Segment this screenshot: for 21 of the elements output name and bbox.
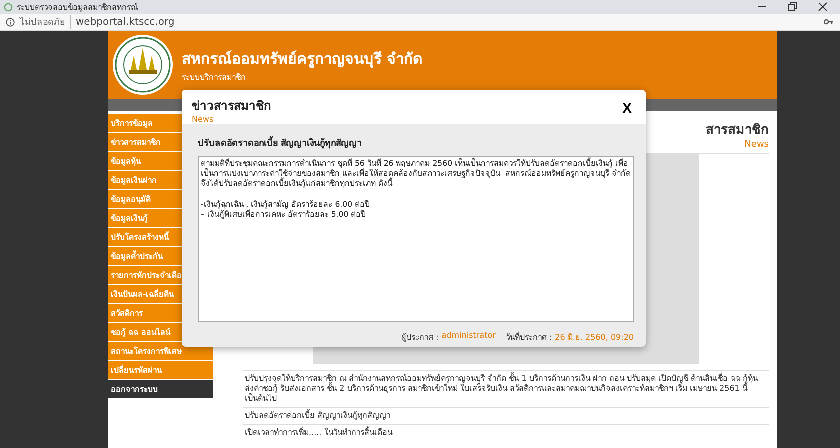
security-label: ไม่ปลอดภัย xyxy=(20,15,71,29)
news-link[interactable]: ปรับลดอัตราดอกเบี้ย สัญญาเงินกู้ทุกสัญญา xyxy=(243,407,769,424)
section-title: สารสมาชิก xyxy=(706,122,769,140)
site-title: สหกรณ์ออมทรัพย์ครูกาญจนบุรี จำกัด xyxy=(182,48,424,70)
author-value: administrator xyxy=(442,331,496,342)
date-label: วันที่ประกาศ : xyxy=(506,331,552,344)
dialog-subtitle: News xyxy=(192,115,215,124)
key-icon[interactable] xyxy=(824,18,834,26)
url-field[interactable]: webportal.ktscc.org xyxy=(76,16,819,28)
logo-icon xyxy=(112,34,174,96)
close-button[interactable]: X xyxy=(618,98,636,118)
site-icon xyxy=(4,2,13,12)
news-link[interactable]: ปรับปรุงจุดให้บริการสมาชิก ณ สำนักงานสหกรณ์ออมทรัพย์ครูกาญจนบุรี จำกัด ชั้น 1 บริการด้านการเงิน ฝาก ถอน ปรับสมุด เปิดบัญชี ด้านสินเชื่อ ฉฉ กู้หุ้น ส่งค่าชอกู้ รับส่งเอกสาร ชั้น 2 บริการด้านธุรการ สมาชิกเข้าใหม่ ใบเสร็จรับเงิน สวัสดิการและสมาคมฌาปนกิจสงเคราะห์สมาชิกฯ เริ่ม เมษายน 2561 นี้เป็นต้นไป xyxy=(243,370,769,407)
dialog-title: ข่าวสารสมาชิก xyxy=(192,98,272,115)
site-subtitle: ระบบบริการสมาชิก xyxy=(182,72,247,84)
date-value: 26 มิ.ย. 2560, 09:20 xyxy=(555,332,634,344)
info-icon[interactable] xyxy=(6,18,15,26)
tab-title: ระบบตรวจสอบข้อมูลสมาชิกสหกรณ์ xyxy=(17,2,140,14)
news-link[interactable]: เปิดเวลาทำการเพิ่ม..... ในวันทำการสิ้นเดือน xyxy=(243,424,769,441)
author-label: ผู้ประกาศ : xyxy=(402,332,439,344)
section-subtitle: News xyxy=(744,140,769,152)
